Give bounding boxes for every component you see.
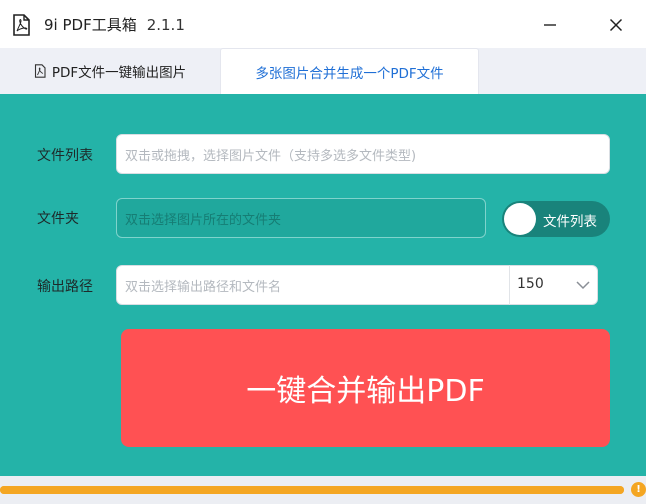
file-list-input[interactable]: 双击或拖拽，选择图片文件（支持多选多文件类型) [116,134,610,174]
select-divider [509,265,510,305]
minimize-icon [544,24,556,26]
title-bar: 9i PDF工具箱 2.1.1 [0,0,646,48]
progress-fill [0,486,624,494]
window-title: 9i PDF工具箱 2.1.1 [44,14,185,35]
progress-bar [0,486,624,494]
file-list-label: 文件列表 [37,148,93,164]
folder-input[interactable]: 双击选择图片所在的文件夹 [116,198,486,238]
minimize-button[interactable] [537,12,563,38]
toggle-knob [504,203,536,235]
warning-glyph: ! [636,484,641,495]
merge-button-label: 一键合并输出PDF [246,374,485,409]
dpi-select[interactable]: 150 [517,276,544,292]
folder-label: 文件夹 [37,211,79,227]
app-name: 9i PDF工具箱 [44,16,137,34]
status-bar: ! [0,476,646,504]
toggle-label: 文件列表 [543,214,597,230]
output-path-label: 输出路径 [37,279,93,295]
app-version: 2.1.1 [146,16,185,34]
file-list-placeholder: 双击或拖拽，选择图片文件（支持多选多文件类型) [125,148,417,164]
warning-icon[interactable]: ! [631,482,646,497]
chevron-down-icon[interactable] [576,280,590,290]
output-path-placeholder: 双击选择输出路径和文件名 [125,279,282,295]
file-list-toggle[interactable]: 文件列表 [502,201,610,237]
folder-placeholder: 双击选择图片所在的文件夹 [125,212,282,228]
pdf-file-icon [34,64,46,78]
tab-label: PDF文件一键输出图片 [51,65,187,81]
tab-bar: PDF文件一键输出图片 多张图片合并生成一个PDF文件 [0,48,646,94]
close-button[interactable] [603,12,629,38]
tab-label: 多张图片合并生成一个PDF文件 [255,65,444,82]
tab-pdf-to-images[interactable]: PDF文件一键输出图片 [0,48,220,94]
merge-output-pdf-button[interactable]: 一键合并输出PDF [121,329,610,447]
tab-images-to-pdf[interactable]: 多张图片合并生成一个PDF文件 [220,48,479,94]
close-icon [609,18,623,32]
pdf-file-icon [13,14,30,36]
merge-panel: 文件列表 双击或拖拽，选择图片文件（支持多选多文件类型) 文件夹 双击选择图片所… [0,94,646,476]
